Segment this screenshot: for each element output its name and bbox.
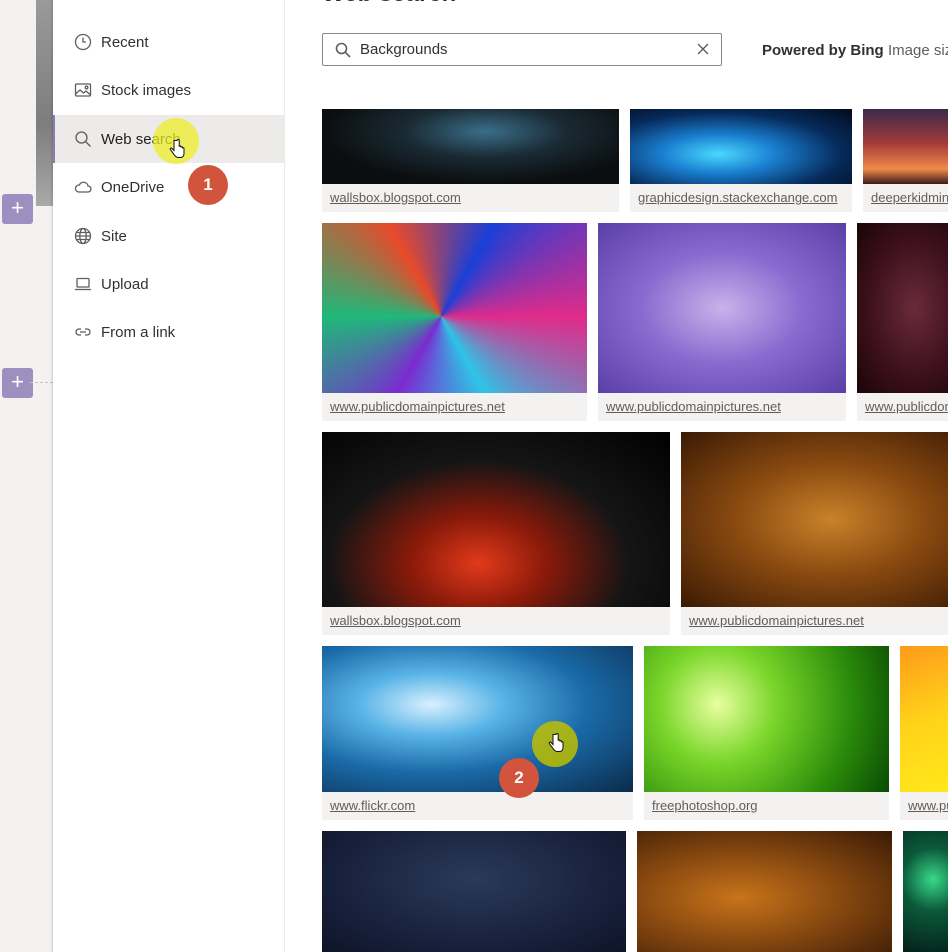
image-result[interactable]: graphicdesign.stackexchange.com [630, 109, 852, 212]
result-source-link[interactable]: graphicdesign.stackexchange.com [638, 190, 837, 205]
step-badge: 1 [188, 165, 228, 205]
result-caption: graphicdesign.stackexchange.com [630, 184, 852, 212]
link-icon [73, 322, 93, 342]
nav-item-from-a-link[interactable]: From a link [53, 308, 284, 356]
result-source-link[interactable]: wallsbox.blogspot.com [330, 190, 461, 205]
nav-item-upload[interactable]: Upload [53, 260, 284, 308]
nav-item-label: Recent [101, 33, 149, 51]
image-result[interactable]: www.publicdomainpictures.net [598, 223, 846, 421]
result-thumbnail [903, 831, 948, 952]
image-result[interactable]: www.publicdomainpictures.net [900, 646, 948, 820]
image-result[interactable]: wallsbox.blogspot.com [322, 109, 619, 212]
result-caption: www.flickr.com [322, 792, 633, 820]
result-thumbnail [857, 223, 948, 393]
result-thumbnail [900, 646, 948, 792]
result-source-link[interactable]: www.publicdomainpictures.net [865, 399, 948, 414]
image-size-filter[interactable]: Image size [888, 42, 948, 59]
image-result[interactable]: www.flickr.com [322, 646, 633, 820]
nav-item-stock-images[interactable]: Stock images [53, 66, 284, 114]
result-source-link[interactable]: www.publicdomainpictures.net [606, 399, 781, 414]
result-caption: freephotoshop.org [644, 792, 889, 820]
result-caption: wallsbox.blogspot.com [322, 607, 670, 635]
image-result[interactable] [637, 831, 892, 952]
result-caption: www.publicdomainpictures.net [598, 393, 846, 421]
result-thumbnail [644, 646, 889, 792]
globe-icon [73, 226, 93, 246]
result-caption: deeperkidministry.com [863, 184, 948, 212]
close-icon [697, 43, 709, 55]
result-caption: www.publicdomainpictures.net [322, 393, 587, 421]
image-result[interactable]: wallsbox.blogspot.com [322, 432, 670, 635]
powered-by-label: Powered by Bing [762, 42, 884, 59]
web-search-panel: Web search Powered by Bing Image size wa… [285, 0, 948, 952]
result-source-link[interactable]: www.flickr.com [330, 798, 415, 813]
add-section-button[interactable]: + [2, 194, 33, 224]
image-result[interactable] [903, 831, 948, 952]
laptop-icon [73, 274, 93, 294]
hand-cursor-icon [548, 733, 564, 755]
add-section-button[interactable]: + [2, 368, 33, 398]
result-source-link[interactable]: freephotoshop.org [652, 798, 758, 813]
result-source-link[interactable]: www.publicdomainpictures.net [330, 399, 505, 414]
result-caption: www.publicdomainpictures.net [681, 607, 948, 635]
cloud-icon [73, 177, 93, 197]
nav-item-site[interactable]: Site [53, 212, 284, 260]
clock-icon [73, 32, 93, 52]
result-thumbnail [322, 109, 619, 184]
image-result[interactable]: www.publicdomainpictures.net [857, 223, 948, 421]
result-caption: www.publicdomainpictures.net [857, 393, 948, 421]
hand-cursor-icon [169, 139, 185, 161]
result-source-link[interactable]: deeperkidministry.com [871, 190, 948, 205]
result-thumbnail [637, 831, 892, 952]
result-thumbnail [598, 223, 846, 393]
nav-item-label: From a link [101, 323, 176, 341]
nav-item-recent[interactable]: Recent [53, 18, 284, 66]
image-result[interactable]: www.publicdomainpictures.net [681, 432, 948, 635]
step-badge: 2 [499, 758, 539, 798]
result-caption: www.publicdomainpictures.net [900, 792, 948, 820]
result-thumbnail [322, 223, 587, 393]
search-icon [335, 42, 351, 58]
nav-item-label: Site [101, 227, 127, 245]
search-icon [73, 129, 93, 149]
image-icon [73, 80, 93, 100]
image-result[interactable] [322, 831, 626, 952]
result-source-link[interactable]: wallsbox.blogspot.com [330, 613, 461, 628]
nav-item-onedrive[interactable]: OneDrive [53, 163, 284, 211]
result-thumbnail [322, 432, 670, 607]
nav-item-label: Upload [101, 275, 149, 293]
result-source-link[interactable]: www.publicdomainpictures.net [689, 613, 864, 628]
clear-search-button[interactable] [697, 42, 711, 56]
result-caption: wallsbox.blogspot.com [322, 184, 619, 212]
nav-item-label: OneDrive [101, 178, 165, 196]
result-thumbnail [322, 646, 633, 792]
search-input[interactable] [360, 41, 680, 58]
page-title: Web search [322, 0, 456, 8]
result-thumbnail [630, 109, 852, 184]
image-result[interactable]: freephotoshop.org [644, 646, 889, 820]
image-result[interactable]: deeperkidministry.com [863, 109, 948, 212]
search-box[interactable] [322, 33, 722, 66]
result-thumbnail [681, 432, 948, 607]
result-thumbnail [863, 109, 948, 184]
image-result[interactable]: www.publicdomainpictures.net [322, 223, 587, 421]
result-source-link[interactable]: www.publicdomainpictures.net [908, 798, 948, 813]
nav-item-label: Stock images [101, 81, 192, 99]
result-thumbnail [322, 831, 626, 952]
